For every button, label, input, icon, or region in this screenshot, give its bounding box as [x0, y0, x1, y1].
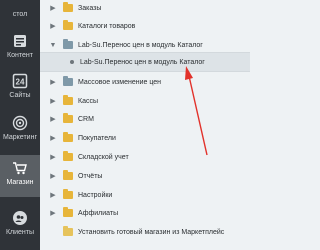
chevron-right-icon[interactable]: ▶ — [49, 153, 57, 161]
sidebar-item-label: Сайты — [9, 92, 31, 99]
svg-text:24: 24 — [16, 78, 25, 87]
menu-tree-panel: ▶ Заказы ▶ Каталоги товаров ▼ Lab-Su.Пер… — [40, 0, 250, 250]
cart-icon — [12, 160, 28, 176]
sidebar-item-clients[interactable]: Клиенты — [0, 205, 40, 245]
tree-item-mass-price[interactable]: ▶ Массовое изменение цен — [40, 72, 250, 92]
tree-item-label: Массовое изменение цен — [78, 78, 162, 86]
tree-item-label: Lab-Su.Перенос цен в модуль Каталог — [78, 41, 203, 49]
tree-item-label: Заказы — [78, 4, 102, 12]
sidebar-item-label: Клиенты — [5, 229, 35, 236]
left-sidebar: стол Контент 24 Сайты Маркетинг Магазин … — [0, 0, 40, 250]
tree-item-label: Установить готовый магазин из Маркетплей… — [78, 228, 225, 236]
folder-icon — [63, 132, 73, 142]
folder-icon — [63, 226, 73, 236]
tree-item-marketplace[interactable]: ▶ Установить готовый магазин из Маркетпл… — [40, 222, 250, 242]
folder-icon — [63, 76, 73, 86]
sidebar-item-label: Магазин — [6, 179, 34, 186]
sidebar-item-label: стол — [12, 11, 28, 18]
folder-icon — [63, 39, 73, 49]
tree-item-crm[interactable]: ▶ CRM — [40, 109, 250, 129]
tree-item-cash[interactable]: ▶ Кассы — [40, 91, 250, 111]
tree-item-settings[interactable]: ▶ Настройки — [40, 185, 250, 205]
chevron-right-icon[interactable]: ▶ — [49, 209, 57, 217]
chevron-right-icon[interactable]: ▶ — [49, 172, 57, 180]
sites-icon: 24 — [12, 73, 28, 89]
chevron-right-icon[interactable]: ▶ — [49, 191, 57, 199]
tree-item-reports[interactable]: ▶ Отчёты — [40, 166, 250, 186]
tree-item-label: Настройки — [78, 191, 113, 199]
tree-item-labsu-page[interactable]: Lab-Su.Перенос цен в модуль Каталог — [40, 52, 250, 72]
tree-item-catalogs[interactable]: ▶ Каталоги товаров — [40, 16, 250, 36]
chevron-right-icon[interactable]: ▶ — [49, 78, 57, 86]
folder-icon — [63, 170, 73, 180]
tree-item-label: Каталоги товаров — [78, 22, 136, 30]
target-icon — [12, 115, 28, 131]
sidebar-item-sites[interactable]: 24 Сайты — [0, 68, 40, 108]
tree-item-customers[interactable]: ▶ Покупатели — [40, 128, 250, 148]
sidebar-item-desktop[interactable]: стол — [0, 0, 40, 22]
folder-icon — [63, 189, 73, 199]
chevron-right-icon[interactable]: ▶ — [49, 97, 57, 105]
sidebar-item-marketing[interactable]: Маркетинг — [0, 110, 40, 150]
bullet-icon — [70, 60, 74, 64]
tree-item-label: Аффилиаты — [78, 209, 119, 217]
sidebar-item-shop[interactable]: Магазин — [0, 155, 40, 197]
tree-item-label: Lab-Su.Перенос цен в модуль Каталог — [80, 58, 205, 66]
folder-icon — [63, 207, 73, 217]
folder-icon — [63, 2, 73, 12]
chevron-down-icon[interactable]: ▼ — [49, 41, 57, 49]
sidebar-item-label: Маркетинг — [2, 134, 38, 141]
folder-icon — [63, 151, 73, 161]
tree-item-label: Покупатели — [78, 134, 116, 142]
sidebar-item-content[interactable]: Контент — [0, 28, 40, 68]
chevron-right-icon[interactable]: ▶ — [49, 115, 57, 123]
tree-item-label: Складской учет — [78, 153, 129, 161]
chevron-right-icon[interactable]: ▶ — [49, 4, 57, 12]
tree-item-label: CRM — [78, 115, 94, 123]
chevron-right-icon[interactable]: ▶ — [49, 134, 57, 142]
tree-item-affiliates[interactable]: ▶ Аффилиаты — [40, 203, 250, 223]
tree-item-warehouse[interactable]: ▶ Складской учет — [40, 147, 250, 167]
sidebar-item-label: Контент — [7, 52, 33, 59]
clients-icon — [12, 210, 28, 226]
folder-icon — [63, 113, 73, 123]
tree-item-label: Кассы — [78, 97, 99, 105]
folder-icon — [63, 20, 73, 30]
tree-item-label: Отчёты — [78, 172, 103, 180]
folder-icon — [63, 95, 73, 105]
chevron-right-icon[interactable]: ▶ — [49, 22, 57, 30]
content-icon — [12, 33, 28, 49]
